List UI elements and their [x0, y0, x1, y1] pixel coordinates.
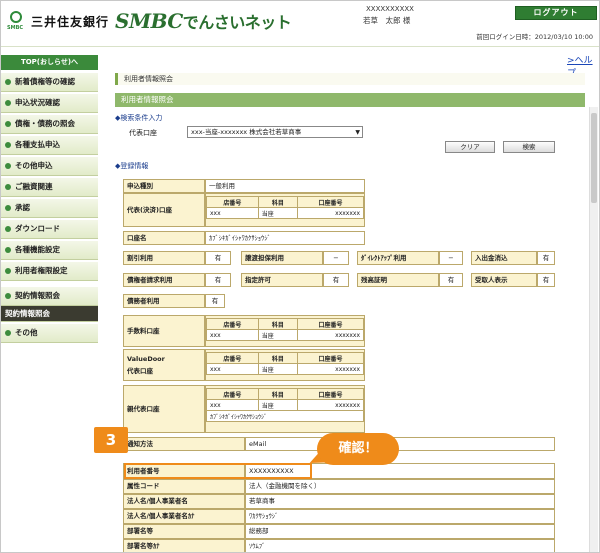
- flag-value: 有: [205, 251, 231, 265]
- corp-kana-value: ﾜｶｸｻｼｮｳｼﾞ: [245, 509, 555, 524]
- dept-label: 部署名等: [123, 524, 245, 539]
- flag-label: 指定許可: [241, 273, 323, 287]
- sidebar-item-other[interactable]: その他: [1, 324, 98, 343]
- bullet-icon: [5, 100, 11, 106]
- sidebar-item-download[interactable]: ダウンロード: [1, 220, 98, 239]
- top-notice-button[interactable]: TOP(おしらせ)へ: [1, 55, 98, 70]
- sidebar-item-new-claims[interactable]: 新着債権等の確認: [1, 73, 98, 92]
- sidebar-item-other-applications[interactable]: その他申込: [1, 157, 98, 176]
- corp-name-label: 法人名/個人事業者名: [123, 494, 245, 509]
- valuedoor-account-label: ValueDoor 代表口座: [123, 349, 205, 381]
- user-id: XXXXXXXXXX: [366, 5, 414, 13]
- service-logo: SMBCでんさいネット: [115, 9, 292, 33]
- step-number-badge: 3: [94, 427, 128, 453]
- dept-kana-label: 部署名等ｶﾅ: [123, 539, 245, 552]
- sidebar-item-application-status[interactable]: 申込状況確認: [1, 94, 98, 113]
- user-number-highlight: [124, 463, 312, 479]
- debtor-use-value: 有: [205, 294, 225, 308]
- bullet-icon: [5, 226, 11, 232]
- sidebar-item-payment[interactable]: 各種支払申込: [1, 136, 98, 155]
- flag-value: −: [323, 251, 349, 265]
- debtor-use-label: 債務者利用: [123, 294, 205, 308]
- chevron-down-icon: ▼: [355, 129, 360, 136]
- bullet-icon: [5, 330, 11, 336]
- sidebar-item-claims-inquiry[interactable]: 債権・債務の照会: [1, 115, 98, 134]
- flag-label: ﾀﾞｲﾚｸﾄｱｯﾌﾟ利用: [357, 251, 439, 265]
- breadcrumb: 利用者情報照会: [115, 73, 585, 85]
- clear-button[interactable]: クリア: [445, 141, 495, 153]
- flag-value: −: [439, 251, 463, 265]
- rep-account-select[interactable]: xxx-当座-xxxxxxx 株式会社若草商事 ▼: [187, 126, 363, 138]
- bank-name: 三井住友銀行: [31, 15, 110, 29]
- smbc-star-icon: SMBC: [7, 11, 25, 33]
- bullet-icon: [5, 163, 11, 169]
- confirm-callout: 確認！: [317, 433, 399, 465]
- flag-label: 債権者請求利用: [123, 273, 205, 287]
- sidebar-item-financing[interactable]: ご融資関連: [1, 178, 98, 197]
- fee-account-label: 手数料口座: [123, 315, 205, 347]
- flag-label: 残高証明: [357, 273, 439, 287]
- sidebar-item-contract-info[interactable]: 契約情報照会: [1, 287, 98, 306]
- sidebar-item-user-permissions[interactable]: 利用者権限設定: [1, 262, 98, 281]
- account-name-value: ｶﾌﾞｼｷｶﾞｲｼｬﾜｶｸｻｼｮｳｼﾞ: [205, 231, 365, 245]
- parent-account-label: 親代表口座: [123, 385, 205, 433]
- sidebar: TOP(おしらせ)へ 新着債権等の確認 申込状況確認 債権・債務の照会 各種支払…: [1, 47, 98, 552]
- sidebar-item-approval[interactable]: 承認: [1, 199, 98, 218]
- flag-value: 有: [439, 273, 463, 287]
- dept-value: 総務部: [245, 524, 555, 539]
- rep-settle-account: 店番号 科目 口座番号 xxx 当座 xxxxxxx: [205, 193, 365, 227]
- contract-type-label: 申込種別: [123, 179, 205, 193]
- bullet-icon: [5, 205, 11, 211]
- chevron-right-icon: >: [567, 56, 575, 66]
- account-name-label: 口座名: [123, 231, 205, 245]
- flag-value: 有: [537, 251, 555, 265]
- bullet-icon: [5, 79, 11, 85]
- header: SMBC 三井住友銀行 SMBCでんさいネット XXXXXXXXXX 若草 太郎…: [1, 1, 599, 47]
- bullet-icon: [5, 268, 11, 274]
- bullet-icon: [5, 293, 11, 299]
- bullet-icon: [5, 142, 11, 148]
- bullet-icon: [5, 184, 11, 190]
- bullet-icon: [5, 121, 11, 127]
- attribute-code-value: 法人（金融機関を除く）: [245, 479, 555, 494]
- valuedoor-account-table: 店番号 科目 口座番号 xxx 当座 xxxxxxx: [206, 352, 364, 375]
- bullet-icon: [5, 247, 11, 253]
- notify-method-label: 通知方法: [123, 437, 245, 451]
- user-name: 若草 太郎 様: [363, 16, 411, 25]
- fee-account: 店番号 科目 口座番号 xxx 当座 xxxxxxx: [205, 315, 365, 347]
- rep-settle-account-label: 代表(決済)口座: [123, 193, 205, 227]
- flag-value: 有: [537, 273, 555, 287]
- flag-label: 入出金消込: [471, 251, 537, 265]
- valuedoor-account: 店番号 科目 口座番号 xxx 当座 xxxxxxx: [205, 349, 365, 381]
- attribute-code-label: 属性コード: [123, 479, 245, 494]
- contract-type-value: 一般利用: [205, 179, 365, 193]
- app-window: SMBC 三井住友銀行 SMBCでんさいネット XXXXXXXXXX 若草 太郎…: [0, 0, 600, 553]
- page-title: 利用者情報照会: [115, 93, 585, 107]
- rep-settle-account-table: 店番号 科目 口座番号 xxx 当座 xxxxxxx: [206, 196, 364, 219]
- dept-kana-value: ｿｳﾑﾌﾞ: [245, 539, 555, 552]
- logout-button[interactable]: ログアウト: [515, 6, 597, 20]
- flag-value: 有: [205, 273, 231, 287]
- corp-name-value: 若草商事: [245, 494, 555, 509]
- rep-account-label: 代表口座: [129, 129, 157, 137]
- sidebar-item-function-settings[interactable]: 各種機能設定: [1, 241, 98, 260]
- corp-kana-label: 法人名/個人事業者名ｶﾅ: [123, 509, 245, 524]
- scrollbar-thumb[interactable]: [591, 113, 597, 203]
- notify-method-value: eMail: [245, 437, 555, 451]
- last-login: 前回ログイン日時：2012/03/10 10:00: [476, 33, 593, 41]
- search-section-title: ◆検索条件入力: [115, 114, 163, 122]
- scrollbar[interactable]: [589, 107, 598, 552]
- flag-value: 有: [323, 273, 349, 287]
- registration-section-title: ◆登録情報: [115, 162, 149, 170]
- fee-account-table: 店番号 科目 口座番号 xxx 当座 xxxxxxx: [206, 318, 364, 341]
- flag-label: 受取人表示: [471, 273, 537, 287]
- parent-account-table: 店番号 科目 口座番号 xxx 当座 xxxxxxx ｶﾌﾞｼｷｶﾞｲｼｬﾜｶｸｻｼｮｳ…: [206, 388, 364, 422]
- parent-account: 店番号 科目 口座番号 xxx 当座 xxxxxxx ｶﾌﾞｼｷｶﾞｲｼｬﾜｶｸｻｼｮｳ…: [205, 385, 365, 433]
- flag-label: 割引利用: [123, 251, 205, 265]
- bank-logo: SMBC 三井住友銀行: [7, 11, 109, 33]
- sidebar-item-contract-info-selected[interactable]: 契約情報照会: [1, 306, 98, 322]
- flag-label: 譲渡担保利用: [241, 251, 323, 265]
- search-button[interactable]: 検索: [503, 141, 555, 153]
